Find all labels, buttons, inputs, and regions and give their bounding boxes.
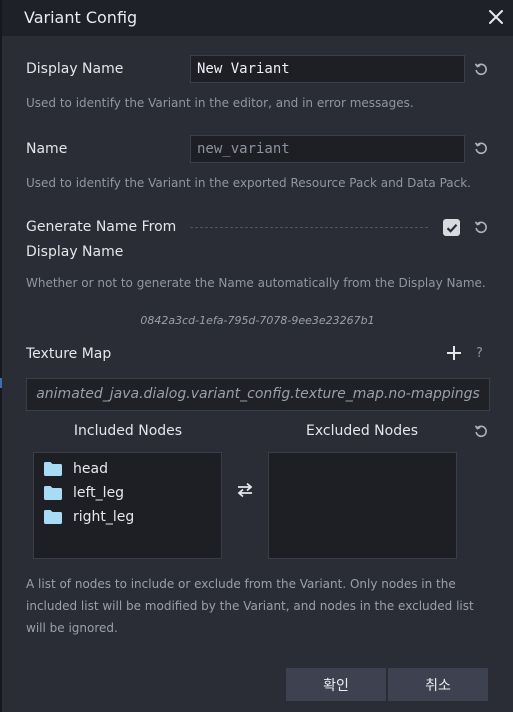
variant-config-dialog: Variant Config Display Name New Variant … xyxy=(2,0,513,712)
swap-nodes-button[interactable] xyxy=(236,482,254,502)
dialog-title: Variant Config xyxy=(24,8,138,27)
name-reset-button[interactable] xyxy=(473,140,489,156)
reset-icon xyxy=(474,63,487,76)
included-nodes-list[interactable]: head left_leg right_leg xyxy=(33,452,222,559)
dialog-titlebar: Variant Config xyxy=(2,0,513,36)
display-name-label: Display Name xyxy=(26,61,124,77)
swap-arrows-icon xyxy=(237,482,253,498)
folder-icon xyxy=(44,486,62,500)
display-name-description: Used to identify the Variant in the edit… xyxy=(26,96,414,110)
texture-map-label: Texture Map xyxy=(26,346,112,362)
generate-name-checkbox[interactable] xyxy=(443,219,460,236)
name-description: Used to identify the Variant in the expo… xyxy=(26,176,471,190)
texture-map-empty-box: animated_java.dialog.variant_config.text… xyxy=(26,378,490,411)
dashed-separator xyxy=(190,227,428,228)
generate-name-label-line2: Display Name xyxy=(26,244,124,260)
list-item[interactable]: right_leg xyxy=(34,505,221,529)
confirm-button[interactable]: 확인 xyxy=(286,668,386,701)
close-icon xyxy=(489,10,503,24)
help-icon[interactable]: ? xyxy=(476,346,483,361)
generate-name-description: Whether or not to generate the Name auto… xyxy=(26,276,486,290)
close-button[interactable] xyxy=(485,6,507,28)
plus-icon xyxy=(447,346,461,360)
cancel-button[interactable]: 취소 xyxy=(388,668,488,701)
name-field[interactable]: new_variant xyxy=(190,135,465,163)
excluded-nodes-header: Excluded Nodes xyxy=(305,423,418,439)
display-name-field[interactable]: New Variant xyxy=(190,55,465,83)
generate-name-reset-button[interactable] xyxy=(473,219,489,235)
excluded-nodes-list[interactable] xyxy=(268,452,457,559)
list-item[interactable]: head xyxy=(34,457,221,481)
variant-uuid: 0842a3cd-1efa-795d-7078-9ee3e23267b1 xyxy=(140,314,375,327)
included-nodes-header: Included Nodes xyxy=(73,423,183,439)
node-label: right_leg xyxy=(73,509,135,525)
folder-icon xyxy=(44,462,62,476)
node-label: head xyxy=(73,461,108,477)
folder-icon xyxy=(44,510,62,524)
nodes-description: A list of nodes to include or exclude fr… xyxy=(26,577,474,635)
reset-icon xyxy=(474,425,487,438)
display-name-reset-button[interactable] xyxy=(473,61,489,77)
nodes-reset-button[interactable] xyxy=(473,423,489,439)
add-texture-map-button[interactable] xyxy=(446,345,462,365)
list-item[interactable]: left_leg xyxy=(34,481,221,505)
reset-icon xyxy=(474,221,487,234)
generate-name-label-line1: Generate Name From xyxy=(26,219,177,235)
node-label: left_leg xyxy=(73,485,125,501)
name-label: Name xyxy=(26,141,68,157)
reset-icon xyxy=(474,142,487,155)
checkmark-icon xyxy=(446,223,457,233)
